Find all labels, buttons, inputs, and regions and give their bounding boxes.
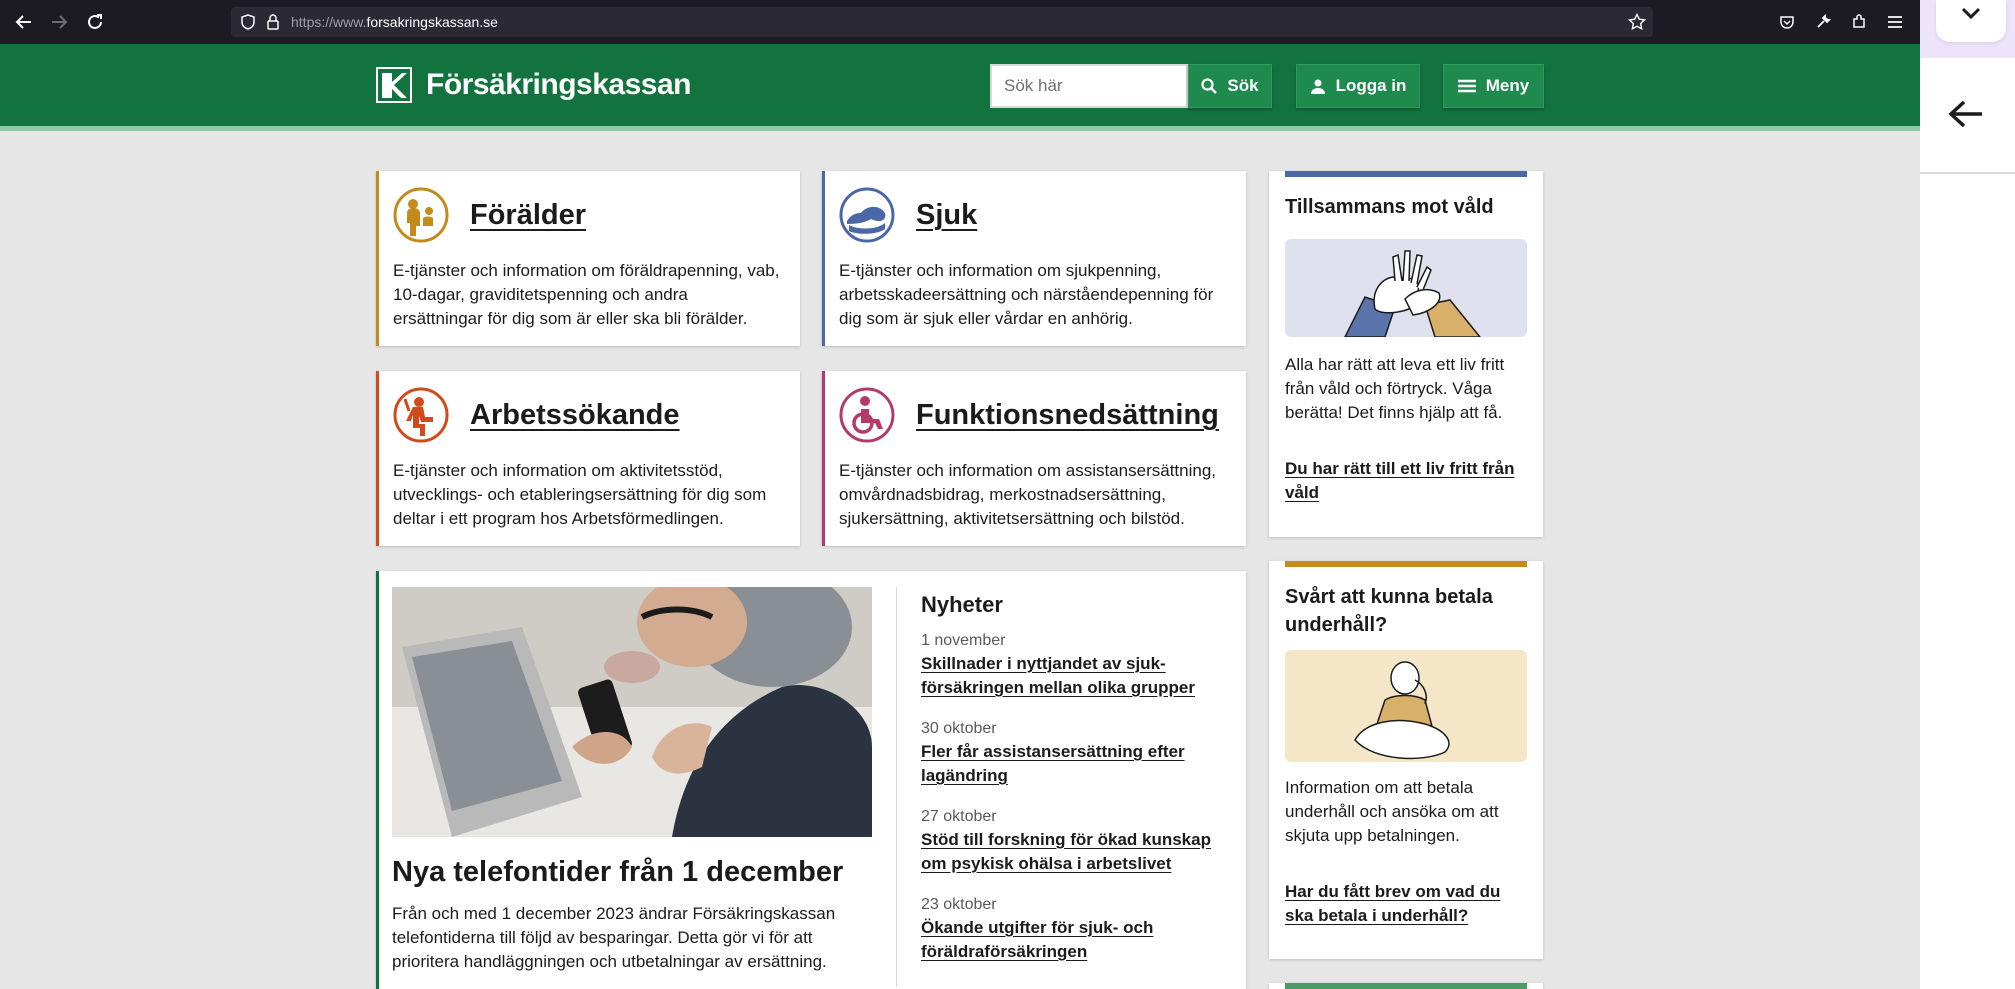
news-link[interactable]: Skillnader i nyttjandet av sjuk-försäkri… — [921, 652, 1231, 700]
collapse-button[interactable] — [1936, 0, 2006, 42]
news-date: 23 oktober — [921, 896, 997, 913]
forward-icon[interactable] — [45, 8, 73, 36]
search-icon — [1201, 78, 1218, 94]
card-sjuk[interactable]: Sjuk E-tjänster och information om sjukp… — [822, 171, 1246, 346]
menu-button[interactable]: Meny — [1443, 64, 1544, 108]
news-link[interactable]: Ökande utgifter för sjuk- och föräldrafö… — [921, 916, 1231, 964]
card-text: E-tjänster och information om föräldrape… — [393, 261, 780, 328]
job-seeker-icon — [393, 387, 449, 443]
card-funktionsnedsattning[interactable]: Funktionsnedsättning E-tjänster och info… — [822, 371, 1246, 546]
card-arbetssokande[interactable]: Arbetssökande E-tjänster och information… — [376, 371, 800, 546]
side-card-link[interactable]: Du har rätt till ett liv fritt från våld — [1285, 457, 1525, 505]
side-card-link[interactable]: Har du fått brev om vad du ska betala i … — [1285, 880, 1525, 928]
card-title[interactable]: Funktionsnedsättning — [916, 399, 1219, 432]
menu-button-label: Meny — [1485, 76, 1530, 95]
feature-title[interactable]: Nya telefontider från 1 december — [392, 856, 843, 889]
news-date: 27 oktober — [921, 808, 997, 825]
feature-photo[interactable] — [392, 587, 872, 837]
side-card-title: Svårt att kunna betala underhåll? — [1285, 586, 1493, 636]
card-accent — [376, 371, 379, 546]
extensions-icon[interactable] — [1848, 11, 1870, 33]
side-card-partial — [1269, 983, 1543, 989]
user-icon — [1310, 78, 1326, 94]
hamburger-icon — [1457, 79, 1476, 93]
logo-mark-icon — [376, 67, 412, 103]
news-block: Nya telefontider från 1 december Från oc… — [376, 571, 1246, 989]
site-logo[interactable]: Försäkringskassan — [376, 67, 691, 103]
card-accent — [376, 171, 379, 346]
news-link[interactable]: Fler får assistansersättning efter lagän… — [921, 740, 1231, 788]
url-text: https://www.forsakringskassan.se — [291, 14, 498, 30]
side-card-bar — [1285, 171, 1527, 177]
feature-text: Från och med 1 december 2023 ändrar Förs… — [392, 904, 836, 971]
side-card-bar — [1285, 983, 1527, 989]
side-card-vald: Tillsammans mot våld Alla har rätt att l… — [1269, 171, 1543, 537]
news-item: 30 oktober Fler får assistansersättning … — [921, 718, 1231, 788]
pocket-icon[interactable] — [1776, 11, 1798, 33]
card-accent — [822, 171, 825, 346]
side-card-underhall: Svårt att kunna betala underhåll? Inform… — [1269, 561, 1543, 959]
side-panel — [1920, 0, 2015, 989]
card-text: E-tjänster och information om assistanse… — [839, 461, 1217, 528]
news-item: 23 oktober Ökande utgifter för sjuk- och… — [921, 894, 1231, 964]
card-title[interactable]: Arbetssökande — [470, 399, 680, 432]
news-divider — [896, 587, 897, 987]
wrench-icon[interactable] — [1812, 11, 1834, 33]
url-prefix: https://www. — [291, 14, 367, 30]
sick-person-icon — [839, 187, 895, 243]
divider — [1920, 172, 2015, 174]
side-card-text: Alla har rätt att leva ett liv fritt frå… — [1285, 355, 1505, 422]
news-link[interactable]: Stöd till forskning för ökad kunskap om … — [921, 828, 1231, 876]
arrow-left-icon[interactable] — [1948, 98, 1984, 130]
card-text: E-tjänster och information om aktivitets… — [393, 461, 767, 528]
side-card-text: Information om att betala underhåll och … — [1285, 778, 1499, 845]
parent-child-icon — [393, 187, 449, 243]
news-item: 1 november Skillnader i nyttjandet av sj… — [921, 630, 1231, 700]
back-icon[interactable] — [10, 8, 38, 36]
login-button[interactable]: Logga in — [1296, 64, 1420, 108]
site-header: Försäkringskassan Sök Logga in Meny — [0, 44, 1920, 126]
address-bar[interactable]: https://www.forsakringskassan.se — [231, 7, 1653, 37]
logo-text: Försäkringskassan — [426, 68, 691, 101]
card-title[interactable]: Förälder — [470, 199, 586, 232]
app-menu-icon[interactable] — [1884, 11, 1906, 33]
bookmark-star-icon[interactable] — [1626, 11, 1648, 33]
search-button-label: Sök — [1227, 76, 1259, 95]
login-button-label: Logga in — [1335, 76, 1407, 95]
card-accent — [822, 371, 825, 546]
wheelchair-icon — [839, 387, 895, 443]
worried-person-illustration — [1285, 650, 1527, 762]
search-button[interactable]: Sök — [1188, 64, 1272, 108]
browser-toolbar: https://www.forsakringskassan.se — [0, 0, 1920, 44]
news-date: 1 november — [921, 632, 1006, 649]
url-domain: forsakringskassan.se — [366, 14, 498, 30]
side-card-title: Tillsammans mot våld — [1285, 196, 1494, 218]
card-title[interactable]: Sjuk — [916, 199, 977, 232]
lock-icon[interactable] — [262, 11, 284, 33]
reload-icon[interactable] — [81, 8, 109, 36]
news-heading: Nyheter — [921, 592, 1003, 617]
news-date: 30 oktober — [921, 720, 997, 737]
card-foralder[interactable]: Förälder E-tjänster och information om f… — [376, 171, 800, 346]
card-text: E-tjänster och information om sjukpennin… — [839, 261, 1214, 328]
side-card-bar — [1285, 561, 1527, 567]
chevron-down-icon — [1961, 7, 1981, 20]
header-underline — [0, 126, 1920, 131]
news-accent — [376, 571, 379, 989]
search-input[interactable] — [990, 64, 1188, 108]
hands-illustration — [1285, 239, 1527, 337]
shield-icon[interactable] — [237, 11, 259, 33]
news-item: 27 oktober Stöd till forskning för ökad … — [921, 806, 1231, 876]
